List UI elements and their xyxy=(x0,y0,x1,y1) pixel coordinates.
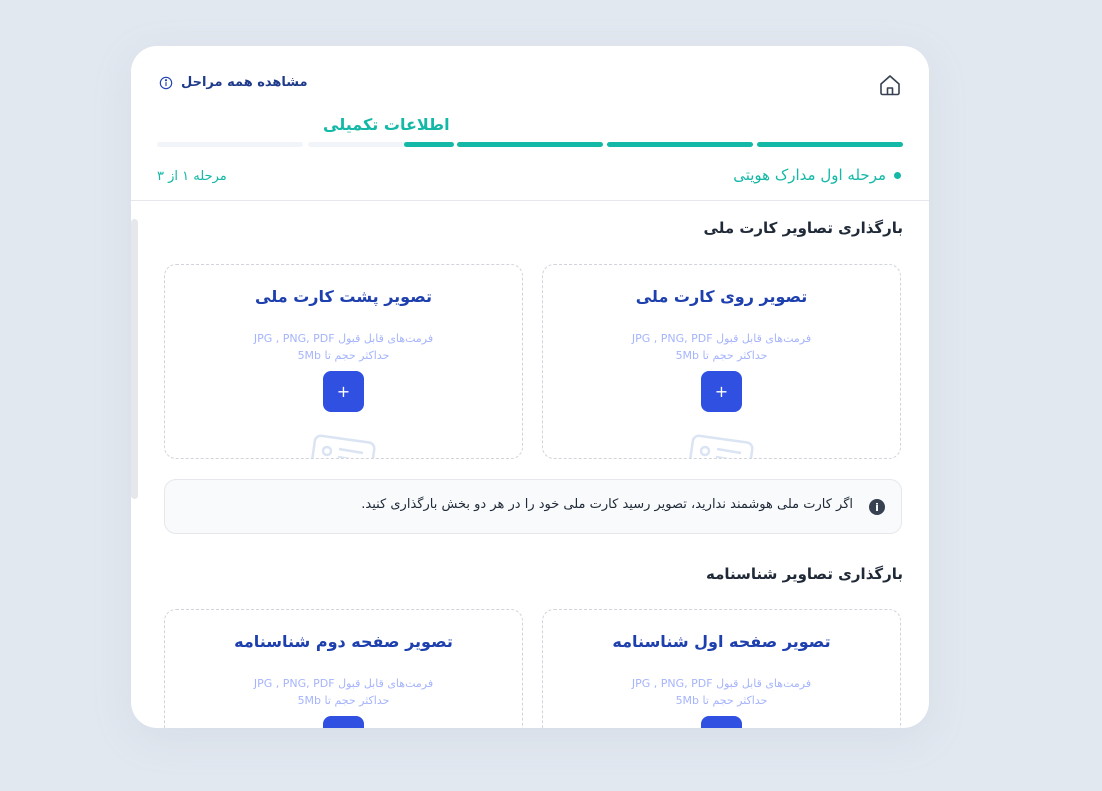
view-all-steps-link[interactable]: مشاهده همه مراحل xyxy=(159,75,308,90)
id-card-illustration-icon xyxy=(688,434,754,458)
max-size: حداکثر حجم تا 5Mb xyxy=(675,349,768,362)
max-size: حداکثر حجم تا 5Mb xyxy=(297,694,390,707)
info-icon: i xyxy=(869,499,885,515)
scrollbar[interactable] xyxy=(131,219,138,499)
notice-box: i اگر کارت ملی هوشمند ندارید، تصویر رسید… xyxy=(164,479,902,534)
section-title-national-card: بارگذاری تصاویر کارت ملی xyxy=(703,219,903,237)
info-circle-icon xyxy=(159,76,173,89)
stage-label: مرحله اول مدارک هویتی xyxy=(733,166,901,184)
upload-box-title: تصویر صفحه دوم شناسنامه xyxy=(234,632,453,651)
section-title-birth-certificate: بارگذاری تصاویر شناسنامه xyxy=(706,565,903,583)
upload-box-title: تصویر پشت کارت ملی xyxy=(255,287,432,306)
upload-box-title: تصویر صفحه اول شناسنامه xyxy=(612,632,831,651)
max-size: حداکثر حجم تا 5Mb xyxy=(297,349,390,362)
add-file-button[interactable]: + xyxy=(323,716,364,728)
progress-segment xyxy=(457,142,603,147)
upload-box-card-front[interactable]: تصویر روی کارت ملی فرمت‌های قابل قبول JP… xyxy=(542,264,901,459)
upload-box-card-back[interactable]: تصویر پشت کارت ملی فرمت‌های قابل قبول JP… xyxy=(164,264,523,459)
accepted-formats: فرمت‌های قابل قبول JPG , PNG, PDF xyxy=(631,332,812,345)
stage-dot xyxy=(894,171,901,179)
stage-label-text: مرحله اول مدارک هویتی xyxy=(733,166,886,184)
add-file-button[interactable]: + xyxy=(323,371,364,412)
header-divider xyxy=(131,200,929,201)
progress-segment xyxy=(757,142,903,147)
id-card-illustration-icon xyxy=(310,434,376,458)
upload-box-title: تصویر روی کارت ملی xyxy=(635,287,808,306)
progress-segment xyxy=(607,142,753,147)
upload-box-certificate-page-2[interactable]: تصویر صفحه دوم شناسنامه فرمت‌های قابل قب… xyxy=(164,609,523,728)
progress-bar xyxy=(157,142,903,147)
add-file-button[interactable]: + xyxy=(701,716,742,728)
accepted-formats: فرمت‌های قابل قبول JPG , PNG, PDF xyxy=(253,332,434,345)
stage-count: مرحله ۱ از ۳ xyxy=(157,169,227,184)
add-file-button[interactable]: + xyxy=(701,371,742,412)
home-icon[interactable] xyxy=(878,73,902,97)
progress-segment xyxy=(157,142,303,147)
notice-text: اگر کارت ملی هوشمند ندارید، تصویر رسید ک… xyxy=(361,497,853,512)
upload-box-certificate-page-1[interactable]: تصویر صفحه اول شناسنامه فرمت‌های قابل قب… xyxy=(542,609,901,728)
upload-card: مشاهده همه مراحل اطلاعات تکمیلی مرحله او… xyxy=(131,46,929,728)
accepted-formats: فرمت‌های قابل قبول JPG , PNG, PDF xyxy=(631,677,812,690)
max-size: حداکثر حجم تا 5Mb xyxy=(675,694,768,707)
view-all-steps-label: مشاهده همه مراحل xyxy=(181,75,308,90)
accepted-formats: فرمت‌های قابل قبول JPG , PNG, PDF xyxy=(253,677,434,690)
step-title: اطلاعات تکمیلی xyxy=(323,115,450,134)
progress-segment-partial xyxy=(404,142,454,147)
